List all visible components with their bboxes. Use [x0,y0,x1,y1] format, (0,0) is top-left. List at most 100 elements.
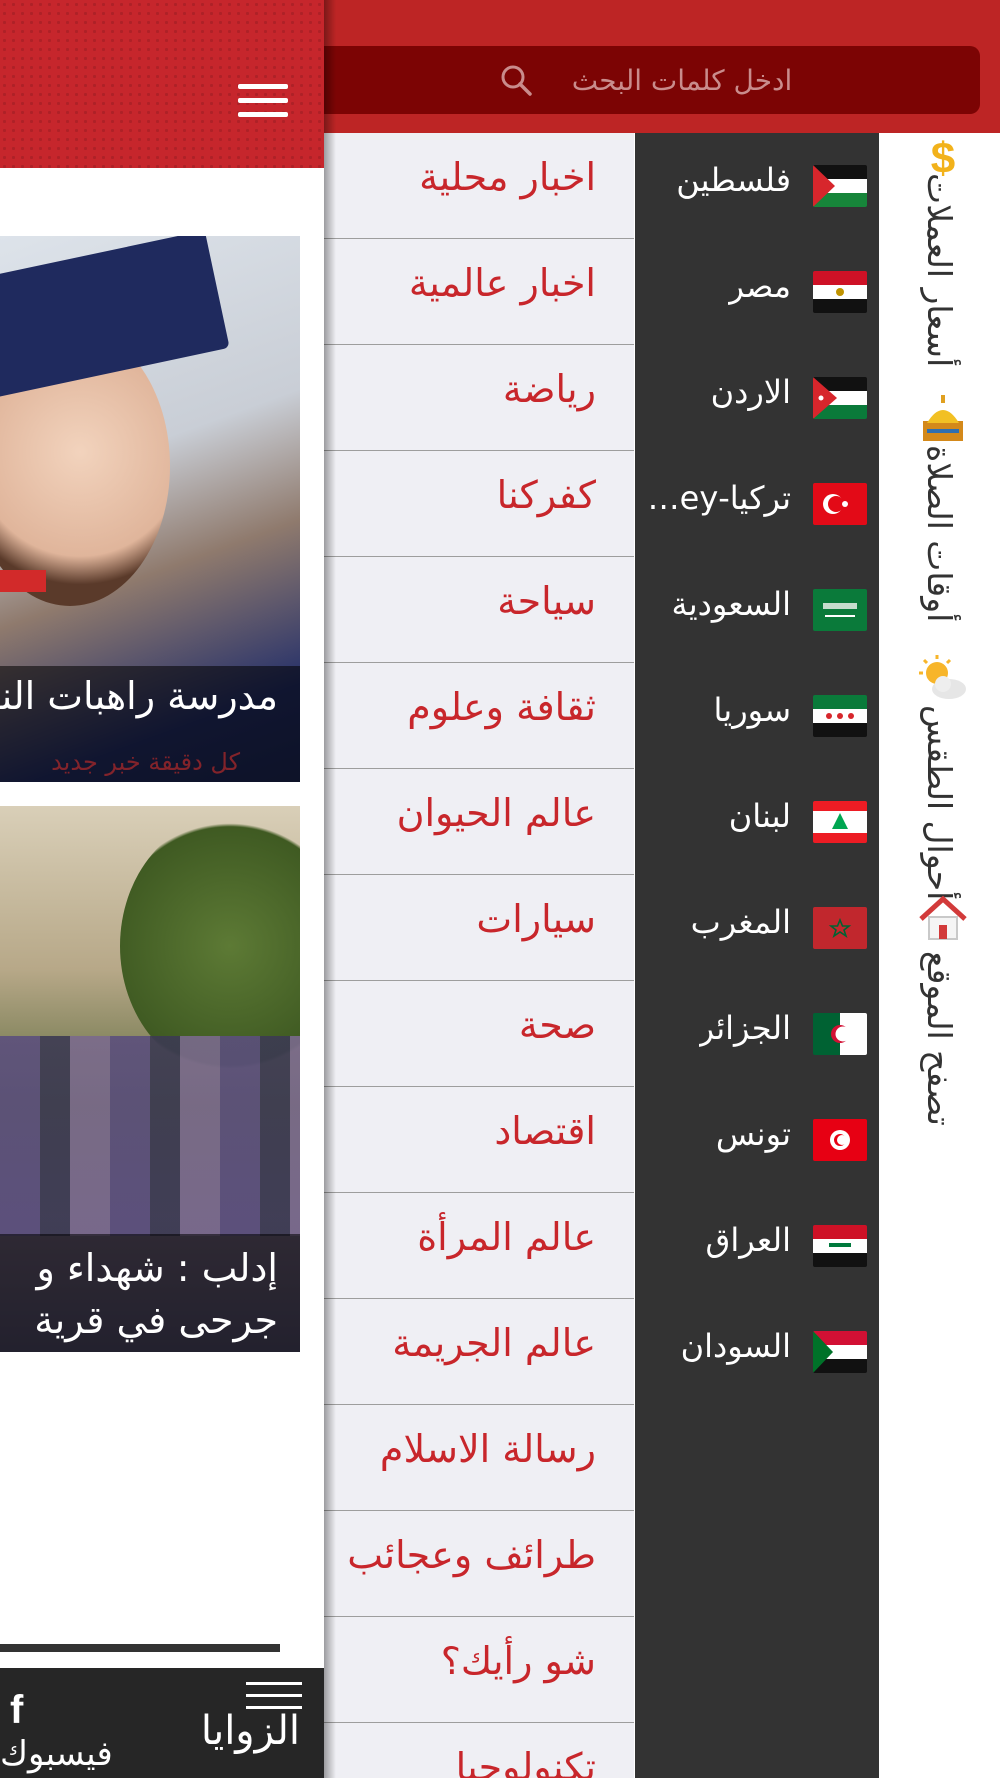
algeria-flag-icon [813,1013,867,1055]
currency-rates-label: أسعار العملات [920,173,959,368]
weather-sun-cloud-icon [919,655,966,699]
country-label: السعودية [671,585,791,623]
category-item[interactable]: صحة [324,981,634,1087]
hamburger-menu-icon[interactable] [238,84,288,122]
category-item[interactable]: اخبار عالمية [324,239,634,345]
syria-flag-icon [813,695,867,737]
category-item[interactable]: اخبار محلية [324,133,634,239]
category-list: اخبار محلية اخبار عالمية رياضة كفركنا سياحة ث… [324,133,634,1778]
country-label: سوريا [713,691,791,729]
morocco-flag-icon [813,907,867,949]
mosque-icon [923,395,963,441]
country-label: فلسطين [676,161,791,199]
tunisia-flag-icon [813,1119,867,1161]
search-box[interactable] [324,46,980,114]
country-label: تونس [715,1115,791,1153]
country-label: الاردن [710,373,791,411]
country-item[interactable]: السودان [635,1299,879,1405]
turkey-flag-icon [813,483,867,525]
news-card[interactable]: مدرسة راهبات الناصرة كل دقيقة خبر جديد [0,236,300,782]
weather-link[interactable]: أحوال الطقس [879,653,1000,900]
jordan-flag-icon [813,377,867,419]
country-item[interactable]: الجزائر [635,981,879,1087]
category-item[interactable]: شو رأيك؟ [324,1617,634,1723]
news-watermark: كل دقيقة خبر جديد [51,748,240,776]
country-item[interactable]: مصر [635,239,879,345]
bottom-navigation: الزوايا f فيسبوك [0,1668,324,1778]
quick-links-strip: $ أسعار العملات أوقات الصلاة أحوال الطقس… [879,133,1000,1778]
country-item[interactable]: الاردن [635,345,879,451]
iraq-flag-icon [813,1225,867,1267]
egypt-flag-icon [813,271,867,313]
category-label: صحة [518,1003,596,1047]
country-label: لبنان [728,797,791,835]
category-item[interactable]: سياحة [324,557,634,663]
palestine-flag-icon [813,165,867,207]
drawer-shadow [324,0,336,1778]
category-item[interactable]: كفركنا [324,451,634,557]
category-item[interactable]: ثقافة وعلوم [324,663,634,769]
country-item[interactable]: تونس [635,1087,879,1193]
category-item[interactable]: عالم الحيوان [324,769,634,875]
category-label: رياضة [502,367,596,411]
browse-site-link[interactable]: تصفح الموقع [879,893,1000,1293]
prayer-times-link[interactable]: أوقات الصلاة [879,393,1000,633]
country-label: المغرب [690,903,791,941]
facebook-tab[interactable]: فيسبوك [0,1734,113,1774]
country-label: مصر [728,267,791,305]
divider [0,1644,280,1652]
country-item[interactable]: العراق [635,1193,879,1299]
red-tag [0,570,46,592]
category-item[interactable]: اقتصاد [324,1087,634,1193]
category-label: ثقافة وعلوم [407,685,596,729]
category-label: عالم المرأة [417,1215,596,1259]
country-list: فلسطين مصر الاردن تركيا-turkey السعودية سوريا… [635,133,879,1778]
category-label: سياحة [497,579,596,623]
prayer-times-label: أوقات الصلاة [920,445,959,623]
category-item[interactable]: تكنولوجيا [324,1723,634,1778]
category-label: شو رأيك؟ [440,1639,596,1683]
search-input[interactable] [324,46,980,114]
category-label: طرائف وعجائب [347,1533,596,1577]
category-label: عالم الحيوان [396,791,596,835]
category-item[interactable]: عالم الجريمة [324,1299,634,1405]
country-label: العراق [705,1221,791,1259]
category-item[interactable]: عالم المرأة [324,1193,634,1299]
currency-rates-link[interactable]: $ أسعار العملات [879,133,1000,393]
category-label: تكنولوجيا [455,1745,596,1778]
category-item[interactable]: رسالة الاسلام [324,1405,634,1511]
drawer-header [324,0,1000,133]
saudi-flag-icon [813,589,867,631]
category-item[interactable]: طرائف وعجائب [324,1511,634,1617]
home-icon [919,895,967,940]
facebook-icon[interactable]: f [10,1688,23,1733]
category-label: كفركنا [496,473,596,517]
news-card[interactable]: إدلب : شهداء و جرحى في قرية [0,806,300,1352]
category-item[interactable]: رياضة [324,345,634,451]
news-card-title: مدرسة راهبات الناصرة [0,674,278,718]
country-item[interactable]: تركيا-turkey [635,451,879,557]
country-item[interactable]: المغرب [635,875,879,981]
category-label: اخبار عالمية [408,261,596,305]
news-card-title: إدلب : شهداء و جرحى في قرية [0,1234,300,1352]
lebanon-flag-icon [813,801,867,843]
country-label: السودان [680,1327,791,1365]
country-item[interactable]: سوريا [635,663,879,769]
weather-label: أحوال الطقس [920,705,959,901]
country-item[interactable]: فلسطين [635,133,879,239]
category-label: سيارات [476,897,596,941]
zawaya-tab[interactable]: الزوايا [201,1708,300,1754]
country-label: تركيا-turkey [641,479,791,517]
category-label: رسالة الاسلام [379,1427,596,1471]
country-item[interactable]: لبنان [635,769,879,875]
sudan-flag-icon [813,1331,867,1373]
category-label: اخبار محلية [419,155,596,199]
main-page: مدرسة راهبات الناصرة كل دقيقة خبر جديد إ… [0,0,324,1778]
navigation-drawer: اخبار محلية اخبار عالمية رياضة كفركنا سياحة ث… [324,0,1000,1778]
country-item[interactable]: السعودية [635,557,879,663]
category-item[interactable]: سيارات [324,875,634,981]
app-header [0,0,324,168]
category-label: عالم الجريمة [392,1321,596,1365]
category-label: اقتصاد [494,1109,596,1153]
browse-site-label: تصفح الموقع [920,951,959,1126]
